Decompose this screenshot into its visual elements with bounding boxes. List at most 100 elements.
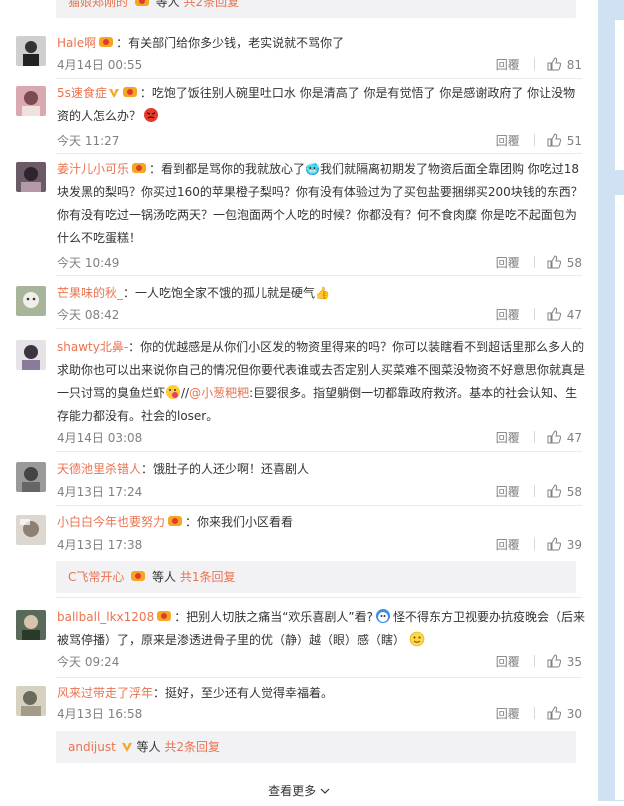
divider	[56, 78, 582, 79]
like-count: 47	[566, 308, 582, 322]
reply-button[interactable]: 回覆	[496, 483, 520, 500]
comment-body: ：有关部门给你多少钱，老实说就不骂你了	[116, 36, 345, 50]
mention-link[interactable]: @小葱粑粑	[189, 386, 249, 400]
vip-badge-icon	[122, 87, 137, 97]
cartoon-emoji-icon	[376, 609, 391, 623]
comment-time: 4月14日 03:08	[57, 431, 143, 445]
avatar[interactable]	[16, 36, 46, 66]
comment-time: 今天 10:49	[57, 256, 120, 270]
comment-panel: 猫娘郑刚的 等人 共2条回复 Hale啊 ：有关部门给你多少钱，老实说就不骂你了 …	[0, 0, 598, 801]
avatar[interactable]	[16, 462, 46, 492]
reply-button[interactable]: 回覆	[496, 132, 520, 149]
like-count: 30	[566, 707, 582, 721]
vip-badge-icon	[131, 571, 146, 581]
like-button[interactable]: 58	[547, 255, 582, 270]
reply-button[interactable]: 回覆	[496, 429, 520, 446]
like-button[interactable]: 51	[547, 133, 582, 148]
comment-actions: 回覆 47	[496, 429, 582, 446]
comment-time: 今天 11:27	[57, 134, 120, 148]
avatar[interactable]	[16, 86, 46, 116]
comment-time: 今天 08:42	[57, 308, 120, 322]
like-count: 58	[566, 485, 582, 499]
like-count: 81	[566, 58, 582, 72]
like-button[interactable]: 47	[547, 307, 582, 322]
comment-user-link[interactable]: 小白白今年也要努力	[57, 515, 165, 529]
avatar[interactable]	[16, 515, 46, 545]
avatar[interactable]	[16, 286, 46, 316]
like-count: 51	[566, 134, 582, 148]
avatar[interactable]	[16, 340, 46, 370]
comment-text: 5s速食症 ：吃饱了饭往别人碗里吐口水 你是清高了 你是有觉悟了 你是感谢政府了 …	[57, 82, 587, 128]
comment-user-link[interactable]: Hale啊	[57, 36, 96, 50]
comment-actions: 回覆 58	[496, 254, 582, 271]
comment-text: 小白白今年也要努力 ：你来我们小区看看	[57, 511, 587, 534]
thumbs-up-icon	[547, 255, 561, 269]
comment-time: 4月13日 16:58	[57, 707, 143, 721]
reply-button[interactable]: 回覆	[496, 254, 520, 271]
sub-replies-box[interactable]: C飞常开心 等人 共1条回复	[56, 561, 576, 593]
comment-item: 姜汁儿小可乐 ：看到都是骂你的我就放心了🥶我们就隔离初期发了物资后面全靠团购 你吃…	[16, 162, 583, 271]
verified-badge-icon	[121, 743, 132, 752]
divider	[56, 677, 582, 678]
like-button[interactable]: 47	[547, 430, 582, 445]
sub-reply-user[interactable]: 猫娘郑刚的	[68, 0, 128, 9]
comment-item: 天德池里杀错人：饿肚子的人还少啊！还喜剧人 4月13日 17:24 回覆 58	[16, 462, 582, 502]
comment-actions: 回覆 39	[496, 536, 582, 553]
sub-reply-count-link[interactable]: 共1条回复	[180, 570, 236, 584]
sub-replies-box[interactable]: andijust 等人 共2条回复	[56, 731, 576, 763]
sub-reply-text: 等人	[152, 570, 177, 584]
reply-button[interactable]: 回覆	[496, 653, 520, 670]
vip-badge-icon	[168, 516, 183, 526]
vip-badge-icon	[99, 37, 114, 47]
thumbs-up-icon	[547, 133, 561, 147]
divider	[56, 597, 582, 598]
comment-item: 芒果味的秋_：一人吃饱全家不饿的孤儿就是硬气👍 今天 08:42 回覆 47	[16, 286, 582, 326]
divider	[56, 275, 582, 276]
sidebar-card	[615, 195, 624, 800]
sub-reply-count-link[interactable]: 共2条回复	[164, 740, 220, 754]
vip-badge-icon	[157, 611, 172, 621]
comment-user-link[interactable]: 天德池里杀错人	[57, 462, 141, 476]
comment-actions: 回覆 58	[496, 483, 582, 500]
sub-reply-user[interactable]: C飞常开心	[68, 570, 124, 584]
thumbs-up-icon	[547, 654, 561, 668]
comment-text: Hale啊 ：有关部门给你多少钱，老实说就不骂你了	[57, 32, 587, 55]
vip-badge-icon	[132, 163, 147, 173]
avatar[interactable]	[16, 162, 46, 192]
view-more-button[interactable]: 查看更多	[0, 776, 598, 801]
comment-user-link[interactable]: 风来过带走了浮年	[57, 686, 153, 700]
comment-body: ：把别人切肤之痛当“欢乐喜剧人”看?	[174, 610, 374, 624]
sub-reply-user[interactable]: andijust	[68, 740, 116, 754]
right-sidebar	[598, 0, 624, 801]
like-button[interactable]: 35	[547, 654, 582, 669]
comment-user-link[interactable]: 芒果味的秋_	[57, 286, 123, 300]
shocked-emoji-icon	[166, 385, 181, 399]
comment-user-link[interactable]: ballball_lkx1208	[57, 610, 154, 624]
like-button[interactable]: 81	[547, 57, 582, 72]
sub-replies-box[interactable]: 猫娘郑刚的 等人 共2条回复	[56, 0, 576, 18]
comment-time: 今天 09:24	[57, 655, 120, 669]
sub-reply-text: 等人	[155, 0, 180, 9]
avatar[interactable]	[16, 686, 46, 716]
comment-body: ：挺好，至少还有人觉得幸福着。	[153, 686, 334, 700]
like-count: 47	[566, 431, 582, 445]
reply-button[interactable]: 回覆	[496, 705, 520, 722]
comment-user-link[interactable]: 姜汁儿小可乐	[57, 162, 129, 176]
like-button[interactable]: 39	[547, 537, 582, 552]
like-button[interactable]: 58	[547, 484, 582, 499]
like-button[interactable]: 30	[547, 706, 582, 721]
comment-item: 风来过带走了浮年：挺好，至少还有人觉得幸福着。 4月13日 16:58 回覆 30	[16, 686, 582, 726]
comment-user-link[interactable]: 5s速食症	[57, 86, 107, 100]
avatar[interactable]	[16, 610, 46, 640]
sub-reply-count-link[interactable]: 共2条回复	[184, 0, 240, 9]
vip-badge-icon	[134, 0, 149, 6]
reply-button[interactable]: 回覆	[496, 306, 520, 323]
comment-user-link[interactable]: shawty北鼻-	[57, 340, 128, 354]
thumbs-up-icon	[547, 57, 561, 71]
reply-button[interactable]: 回覆	[496, 56, 520, 73]
like-count: 35	[566, 655, 582, 669]
reply-button[interactable]: 回覆	[496, 536, 520, 553]
comment-item: 小白白今年也要努力 ：你来我们小区看看 4月13日 17:38 回覆 39	[16, 515, 582, 555]
thumbs-up-icon	[547, 430, 561, 444]
comment-time: 4月13日 17:24	[57, 485, 143, 499]
